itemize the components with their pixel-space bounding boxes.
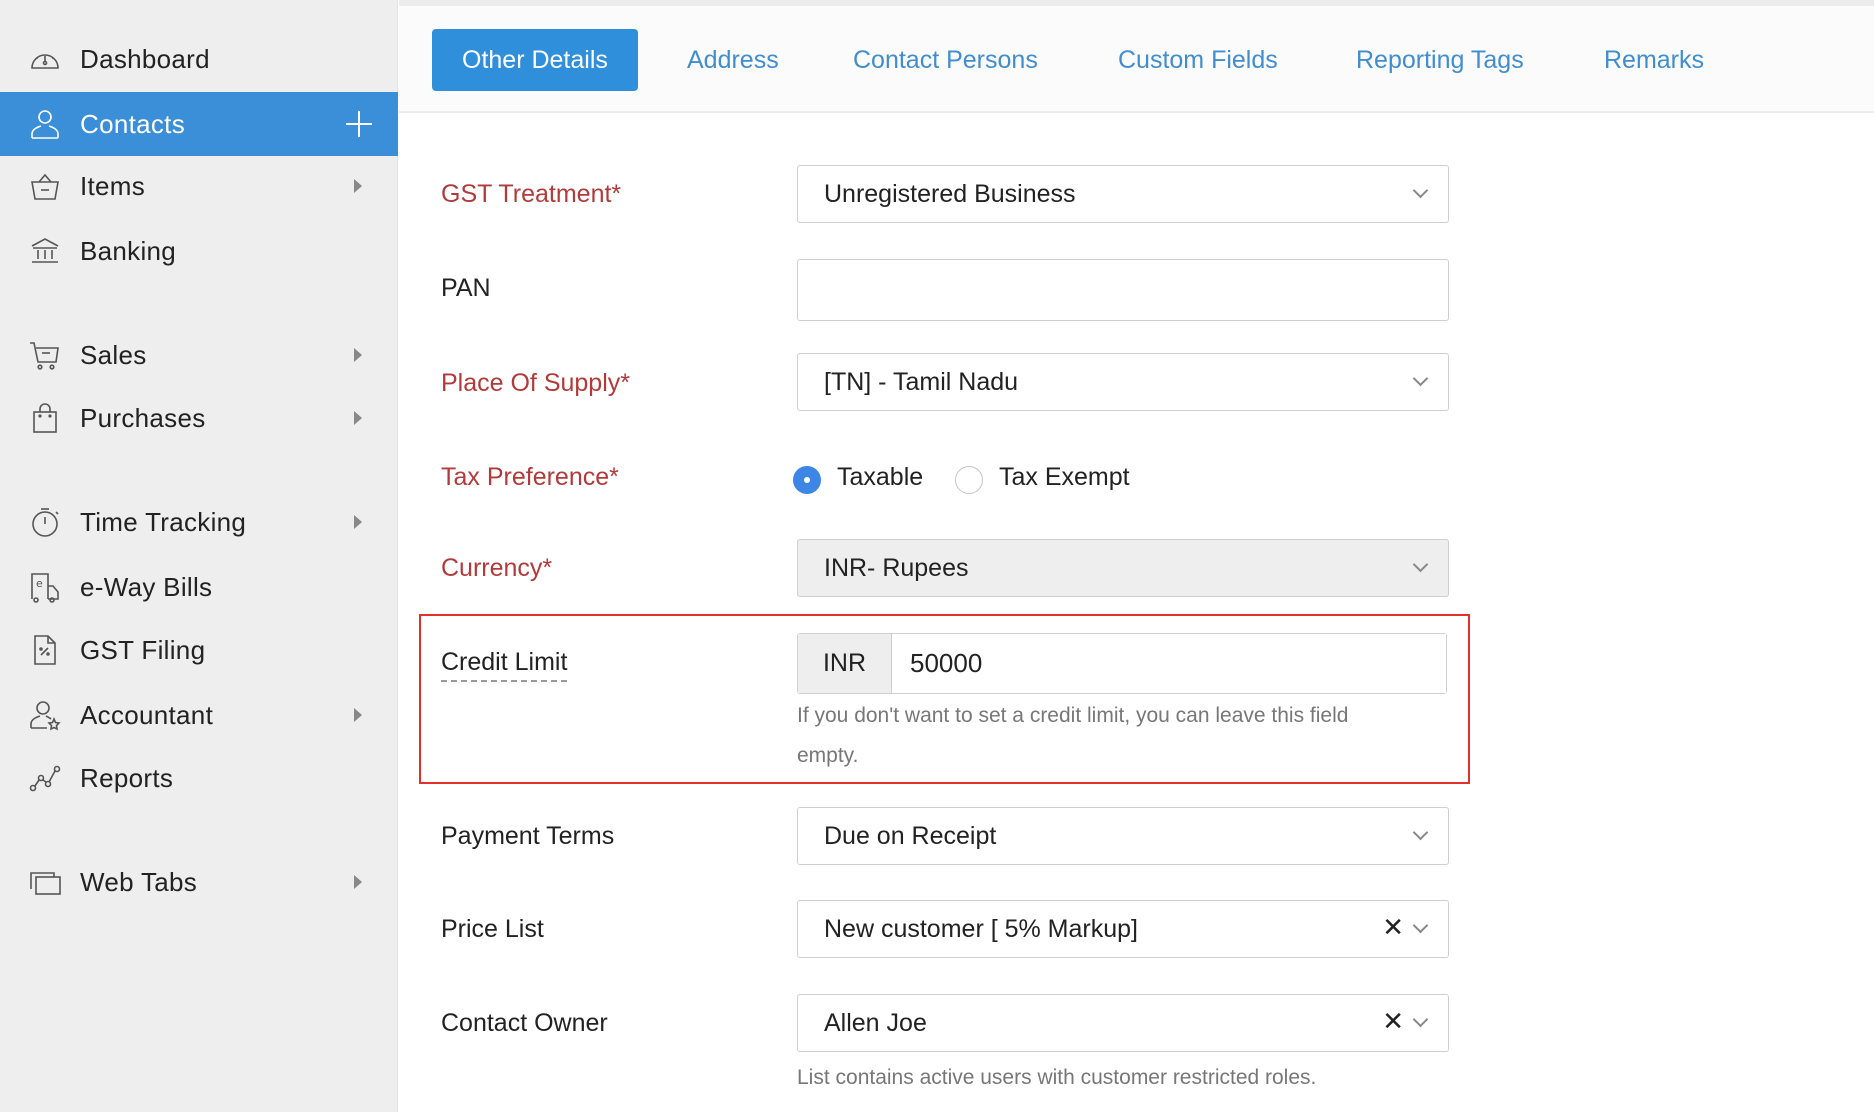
chevron-down-icon [1412,917,1429,934]
expand-arrow-icon[interactable] [354,515,362,529]
contact-owner-select[interactable]: Allen Joe ✕ [797,994,1449,1052]
sidebar-item-label: Purchases [80,402,206,433]
payment-terms-value: Due on Receipt [824,821,997,850]
currency-select[interactable]: INR- Rupees [797,539,1449,597]
gst-treatment-select[interactable]: Unregistered Business [797,165,1449,223]
sidebar-item-label: e-Way Bills [80,571,213,602]
dashboard-icon [28,42,62,76]
expand-arrow-icon[interactable] [354,179,362,193]
tab-bar: Other Details Address Contact Persons Cu… [399,6,1874,113]
tax-exempt-radio[interactable] [955,466,983,494]
expand-arrow-icon[interactable] [354,411,362,425]
eway-truck-icon: e [28,570,62,604]
sidebar-item-dashboard[interactable]: Dashboard [0,28,398,90]
price-list-label: Price List [441,915,544,943]
sidebar-item-sales[interactable]: Sales [0,324,398,386]
sidebar-item-time-tracking[interactable]: Time Tracking [0,491,398,553]
tab-remarks[interactable]: Remarks [1604,29,1704,91]
price-list-value: New customer [ 5% Markup] [824,914,1138,943]
sidebar-item-contacts[interactable]: Contacts [0,92,398,156]
app-window: Dashboard Contacts Items Banking Sales P… [0,0,1874,1112]
pan-label: PAN [441,274,491,302]
sidebar-item-label: GST Filing [80,634,206,665]
sidebar-item-label: Accountant [80,699,214,730]
taxable-radio[interactable] [793,466,821,494]
reports-chart-icon [28,761,62,795]
tab-other-details[interactable]: Other Details [432,29,638,91]
chevron-down-icon [1412,1011,1429,1028]
credit-limit-help-line2: empty. [797,744,859,767]
place-of-supply-value: [TN] - Tamil Nadu [824,367,1019,396]
credit-limit-help-line1: If you don't want to set a credit limit,… [797,704,1349,727]
gst-treatment-value: Unregistered Business [824,179,1076,208]
sidebar-item-accountant[interactable]: Accountant [0,684,398,746]
place-of-supply-label: Place Of Supply* [441,369,630,397]
tab-address[interactable]: Address [687,29,779,91]
add-contact-button[interactable] [344,109,374,139]
payment-terms-select[interactable]: Due on Receipt [797,807,1449,865]
svg-text:e: e [36,577,43,590]
sidebar-item-eway-bills[interactable]: e e-Way Bills [0,556,398,618]
expand-arrow-icon[interactable] [354,348,362,362]
web-tabs-icon [28,865,62,899]
tab-contact-persons[interactable]: Contact Persons [853,29,1038,91]
credit-limit-field: INR [797,633,1447,694]
price-list-select[interactable]: New customer [ 5% Markup] ✕ [797,900,1449,958]
stopwatch-icon [28,505,62,539]
basket-icon [28,169,62,203]
chevron-down-icon [1412,824,1429,841]
main-content: Other Details Address Contact Persons Cu… [399,0,1874,1112]
sidebar-item-gst-filing[interactable]: GST Filing [0,619,398,681]
sidebar: Dashboard Contacts Items Banking Sales P… [0,0,398,1112]
accountant-icon [28,698,62,732]
contacts-icon [28,107,62,141]
currency-value: INR- Rupees [824,553,969,582]
gst-document-icon [28,633,62,667]
sidebar-item-label: Reports [80,762,174,793]
tax-preference-label: Tax Preference* [441,463,619,491]
expand-arrow-icon[interactable] [354,708,362,722]
sidebar-item-label: Dashboard [80,43,210,74]
credit-limit-input[interactable] [892,634,1446,693]
sidebar-item-label: Banking [80,235,177,266]
contact-owner-help: List contains active users with customer… [797,1066,1317,1089]
chevron-down-icon [1412,182,1429,199]
pan-input[interactable] [797,259,1449,321]
expand-arrow-icon[interactable] [354,875,362,889]
bag-icon [28,401,62,435]
sidebar-item-purchases[interactable]: Purchases [0,387,398,449]
tab-reporting-tags[interactable]: Reporting Tags [1356,29,1524,91]
credit-limit-currency: INR [798,634,892,693]
sidebar-item-label: Web Tabs [80,866,198,897]
bank-icon [28,234,62,268]
clear-icon[interactable]: ✕ [1382,913,1404,943]
sidebar-item-reports[interactable]: Reports [0,747,398,809]
currency-label: Currency* [441,554,553,582]
sidebar-item-banking[interactable]: Banking [0,220,398,282]
payment-terms-label: Payment Terms [441,822,615,850]
place-of-supply-select[interactable]: [TN] - Tamil Nadu [797,353,1449,411]
sidebar-item-label: Sales [80,339,147,370]
sidebar-item-label: Items [80,170,146,201]
gst-treatment-label: GST Treatment* [441,180,622,208]
taxable-radio-label[interactable]: Taxable [837,463,923,492]
sidebar-item-label: Time Tracking [80,506,247,537]
cart-icon [28,338,62,372]
tab-custom-fields[interactable]: Custom Fields [1118,29,1278,91]
sidebar-item-label: Contacts [80,108,186,139]
chevron-down-icon [1412,556,1429,573]
sidebar-item-items[interactable]: Items [0,155,398,217]
chevron-down-icon [1412,370,1429,387]
contact-owner-value: Allen Joe [824,1008,927,1037]
credit-limit-label: Credit Limit [441,648,568,682]
sidebar-item-web-tabs[interactable]: Web Tabs [0,851,398,913]
contact-owner-label: Contact Owner [441,1009,608,1037]
clear-icon[interactable]: ✕ [1382,1007,1404,1037]
tax-exempt-radio-label[interactable]: Tax Exempt [999,463,1130,492]
